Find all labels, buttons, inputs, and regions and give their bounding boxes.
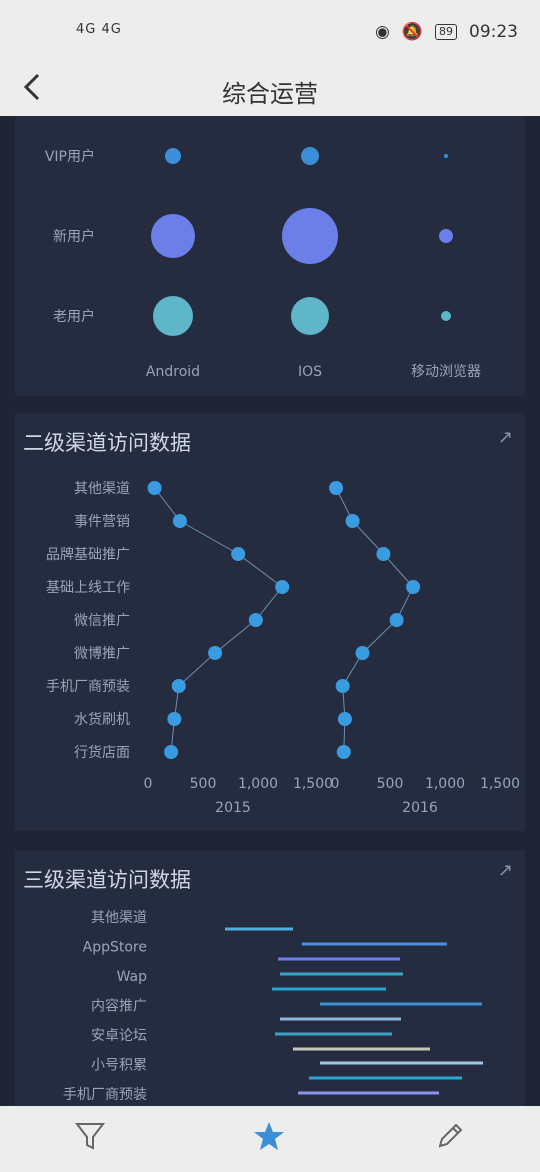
row-label: VIP用户	[45, 148, 95, 165]
column-label: 移动浏览器	[411, 364, 481, 380]
battery-icon: 89	[435, 24, 457, 40]
secondary-channel-card: 二级渠道访问数据 ↗ 其他渠道 事件营销 品牌基础推广 基础上线工作 微信推广 微博推广手…	[15, 413, 525, 831]
bubble[interactable]	[444, 154, 448, 158]
data-point[interactable]	[345, 514, 360, 528]
category-label: 微信推广	[74, 613, 130, 629]
data-point[interactable]	[337, 712, 352, 726]
bubble[interactable]	[151, 214, 195, 258]
title-bar: 综合运营	[0, 62, 540, 116]
edit-icon[interactable]	[434, 1120, 474, 1160]
signal-icons: 4G 4G	[76, 22, 122, 37]
data-point[interactable]	[355, 646, 370, 660]
data-point[interactable]	[335, 679, 350, 693]
category-label: 水货刷机	[74, 711, 130, 728]
bubble[interactable]	[441, 311, 451, 321]
category-label: AppStore	[83, 940, 147, 956]
status-bar: 4G 4G ◉ 🔕 89 09:23	[0, 0, 540, 62]
tertiary-channel-card: 三级渠道访问数据 ↗ 其他渠道 AppStore Wap 内容推广 安卓论坛 小号积累 手机…	[15, 850, 525, 1106]
bottom-tab-bar	[0, 1106, 540, 1172]
category-label: 内容推广	[91, 998, 147, 1015]
data-point[interactable]	[172, 514, 187, 528]
category-label: 基础上线工作	[46, 579, 130, 596]
category-label: 微博推广	[74, 645, 130, 662]
bubble[interactable]	[282, 208, 338, 264]
tick-label: 1,000	[238, 776, 278, 792]
category-label: 其他渠道	[91, 910, 147, 926]
category-label: 小号积累	[91, 1058, 147, 1074]
tick-label: 0	[331, 776, 340, 792]
bubble[interactable]	[301, 147, 319, 165]
series-name: 2016	[402, 800, 438, 816]
data-point[interactable]	[376, 547, 391, 561]
category-label: 品牌基础推广	[46, 546, 130, 563]
category-label: 手机厂商预装	[46, 679, 130, 695]
eye-icon: ◉	[374, 22, 390, 42]
star-icon[interactable]	[252, 1120, 292, 1160]
page-title: 综合运营	[222, 80, 318, 108]
data-point[interactable]	[147, 481, 162, 495]
tick-label: 500	[190, 776, 217, 792]
clock: 09:23	[469, 22, 518, 42]
data-point[interactable]	[167, 712, 182, 726]
bubble[interactable]	[153, 296, 193, 336]
row-label: 新用户	[53, 228, 95, 245]
bubble-card: VIP用户新用户老用户 Android IOS 移动浏览器	[15, 116, 525, 396]
tick-label: 1,500	[480, 776, 520, 792]
column-label: Android	[146, 364, 200, 380]
mute-icon: 🔕	[401, 22, 423, 42]
filter-icon[interactable]	[74, 1120, 114, 1160]
category-label: 事件营销	[74, 514, 130, 530]
bubble[interactable]	[291, 297, 329, 335]
data-point[interactable]	[336, 745, 351, 759]
data-point[interactable]	[329, 481, 344, 495]
bar-chart: 其他渠道 AppStore Wap 内容推广安卓论坛小号积累手机厂商预装	[63, 910, 483, 1103]
tick-label: 500	[377, 776, 404, 792]
tick-label: 1,500	[293, 776, 333, 792]
category-label: Wap	[117, 969, 148, 985]
line-chart: 其他渠道事件营销品牌基础推广基础上线工作微信推广微博推广手机厂商预装水货刷机行货…	[46, 481, 520, 816]
data-point[interactable]	[208, 646, 223, 660]
data-point[interactable]	[406, 580, 421, 594]
data-point[interactable]	[248, 613, 263, 627]
category-label: 行货店面	[74, 744, 130, 761]
bubble-chart: VIP用户新用户老用户 Android IOS 移动浏览器	[45, 147, 481, 380]
category-label: 手机厂商预装	[63, 1087, 147, 1103]
category-label: 安卓论坛	[91, 1028, 147, 1044]
status-right: ◉ 🔕 89 09:23	[375, 22, 518, 42]
column-label: IOS	[298, 364, 322, 380]
tick-label: 1,000	[425, 776, 465, 792]
content: VIP用户 新用户 老用户 Android IOS 移动浏览器 二级渠道访问数据 ↗ 其他…	[0, 116, 540, 1106]
row-label: 老用户	[53, 308, 95, 325]
data-point[interactable]	[164, 745, 179, 759]
data-point[interactable]	[231, 547, 246, 561]
data-point[interactable]	[171, 679, 186, 693]
data-point[interactable]	[389, 613, 404, 627]
bubble[interactable]	[165, 148, 181, 164]
category-label: 其他渠道	[74, 481, 130, 497]
bubble[interactable]	[439, 229, 453, 243]
series-name: 2015	[215, 800, 251, 816]
data-point[interactable]	[275, 580, 290, 594]
tick-label: 0	[144, 776, 153, 792]
